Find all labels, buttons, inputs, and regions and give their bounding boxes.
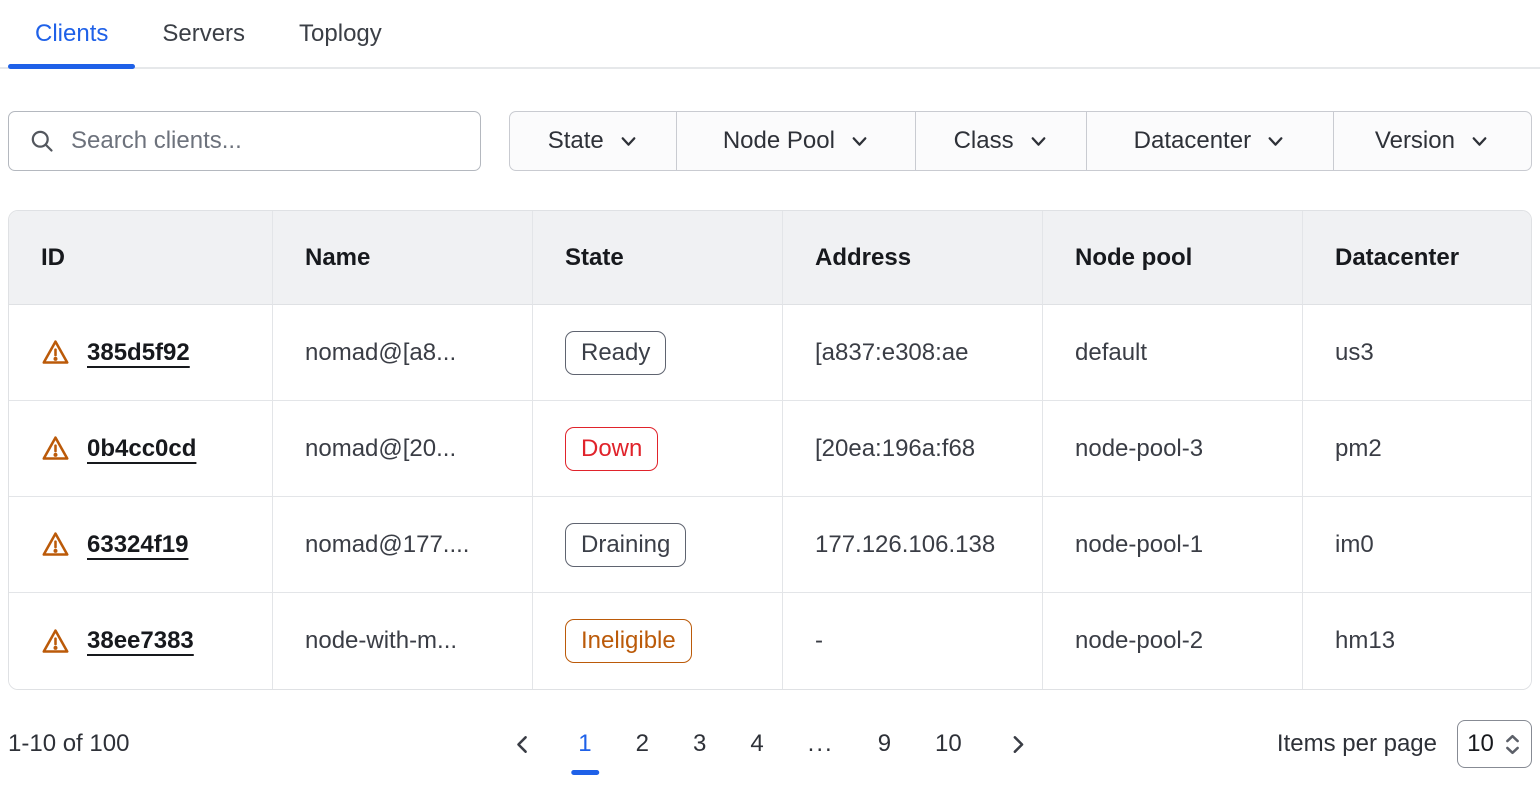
page-button-2[interactable]: 2: [636, 730, 649, 758]
tab-servers-label: Servers: [162, 20, 245, 48]
search-icon: [29, 128, 56, 155]
table-row-cell-node-pool: node-pool-1: [1043, 497, 1303, 593]
warning-triangle-icon: [41, 627, 70, 656]
tab-topology-label: Toplogy: [299, 20, 382, 48]
items-per-page-select[interactable]: 10: [1457, 720, 1532, 768]
state-badge: Ready: [565, 331, 666, 375]
current-page-indicator: [571, 770, 599, 775]
search-box[interactable]: [8, 111, 481, 171]
warning-triangle-icon: [41, 434, 70, 463]
page-button-3[interactable]: 3: [693, 730, 706, 758]
table-row-cell-id[interactable]: 0b4cc0cd: [9, 401, 273, 497]
column-header-state: State: [533, 211, 783, 305]
warning-triangle-icon: [41, 338, 70, 367]
table-row-cell-name: nomad@[a8...: [273, 305, 533, 401]
client-id-link[interactable]: 0b4cc0cd: [87, 435, 196, 463]
table-row-cell-node-pool: default: [1043, 305, 1303, 401]
table-row-cell-name: nomad@[20...: [273, 401, 533, 497]
column-header-address: Address: [783, 211, 1043, 305]
table-row-cell-datacenter: hm13: [1303, 593, 1531, 689]
table-row-cell-datacenter: pm2: [1303, 401, 1531, 497]
tab-clients-label: Clients: [35, 20, 108, 48]
chevron-down-icon: [1265, 131, 1286, 152]
items-per-page-control: Items per page 10: [1277, 720, 1532, 768]
filter-version-button[interactable]: Version: [1333, 112, 1531, 170]
page-ellipsis: ...: [808, 730, 834, 758]
warning-triangle-icon: [41, 530, 70, 559]
tab-servers[interactable]: Servers: [135, 0, 272, 67]
pagination-range-text: 1-10 of 100: [8, 730, 129, 758]
filter-class-button[interactable]: Class: [915, 112, 1086, 170]
table-row-cell-address: -: [783, 593, 1043, 689]
table-row-cell-node-pool: node-pool-3: [1043, 401, 1303, 497]
table-row-cell-state: Ready: [533, 305, 783, 401]
pagination-pages: 1 2 3 4 ... 9 10: [511, 730, 1029, 758]
table-row-cell-address: [a837:e308:ae: [783, 305, 1043, 401]
table-row-cell-state: Down: [533, 401, 783, 497]
pagination-bar: 1-10 of 100 1 2 3 4 ... 9 10 Items per p…: [8, 690, 1532, 798]
state-badge: Draining: [565, 523, 686, 567]
filter-state-label: State: [548, 127, 604, 155]
tab-bar: Clients Servers Toplogy: [0, 0, 1540, 69]
page-number-label: 1: [578, 730, 591, 757]
filter-datacenter-label: Datacenter: [1134, 127, 1251, 155]
table-row-cell-address: 177.126.106.138: [783, 497, 1043, 593]
search-input[interactable]: [71, 127, 451, 155]
column-header-name: Name: [273, 211, 533, 305]
column-header-datacenter: Datacenter: [1303, 211, 1531, 305]
page-button-4[interactable]: 4: [750, 730, 763, 758]
chevron-down-icon: [849, 131, 870, 152]
filter-datacenter-button[interactable]: Datacenter: [1086, 112, 1333, 170]
table-row-cell-address: [20ea:196a:f68: [783, 401, 1043, 497]
table-row-cell-datacenter: us3: [1303, 305, 1531, 401]
client-id-link[interactable]: 385d5f92: [87, 339, 190, 367]
table-row-cell-name: nomad@177....: [273, 497, 533, 593]
table-row-cell-id[interactable]: 385d5f92: [9, 305, 273, 401]
column-header-node-pool: Node pool: [1043, 211, 1303, 305]
clients-table: ID Name State Address Node pool Datacent…: [8, 210, 1532, 690]
page-button-10[interactable]: 10: [935, 730, 962, 758]
client-id-link[interactable]: 38ee7383: [87, 627, 194, 655]
table-row-cell-id[interactable]: 38ee7383: [9, 593, 273, 689]
page-button-9[interactable]: 9: [878, 730, 891, 758]
page-button-1[interactable]: 1: [578, 730, 591, 758]
chevron-down-icon: [618, 131, 639, 152]
state-badge: Ineligible: [565, 619, 692, 663]
filter-state-button[interactable]: State: [510, 112, 676, 170]
table-row-cell-datacenter: im0: [1303, 497, 1531, 593]
filter-group: State Node Pool Class Datacenter Version: [509, 111, 1532, 171]
client-id-link[interactable]: 63324f19: [87, 531, 188, 559]
items-per-page-label: Items per page: [1277, 730, 1437, 758]
table-row-cell-state: Draining: [533, 497, 783, 593]
chevron-down-icon: [1028, 131, 1049, 152]
table-row-cell-name: node-with-m...: [273, 593, 533, 689]
toolbar: State Node Pool Class Datacenter Version: [8, 111, 1532, 171]
filter-version-label: Version: [1375, 127, 1455, 155]
clients-page: Clients Servers Toplogy State Node Pool: [0, 0, 1540, 798]
chevron-right-icon[interactable]: [1006, 733, 1029, 756]
table-row-cell-node-pool: node-pool-2: [1043, 593, 1303, 689]
active-tab-indicator: [8, 64, 135, 69]
filter-node-pool-label: Node Pool: [723, 127, 835, 155]
column-header-id: ID: [9, 211, 273, 305]
state-badge: Down: [565, 427, 658, 471]
chevron-left-icon[interactable]: [511, 733, 534, 756]
up-down-chevrons-icon: [1503, 733, 1522, 756]
chevron-down-icon: [1469, 131, 1490, 152]
table-row-cell-id[interactable]: 63324f19: [9, 497, 273, 593]
tab-clients[interactable]: Clients: [8, 0, 135, 67]
filter-node-pool-button[interactable]: Node Pool: [676, 112, 915, 170]
filter-class-label: Class: [954, 127, 1014, 155]
items-per-page-value: 10: [1467, 730, 1494, 758]
tab-topology[interactable]: Toplogy: [272, 0, 409, 67]
table-row-cell-state: Ineligible: [533, 593, 783, 689]
